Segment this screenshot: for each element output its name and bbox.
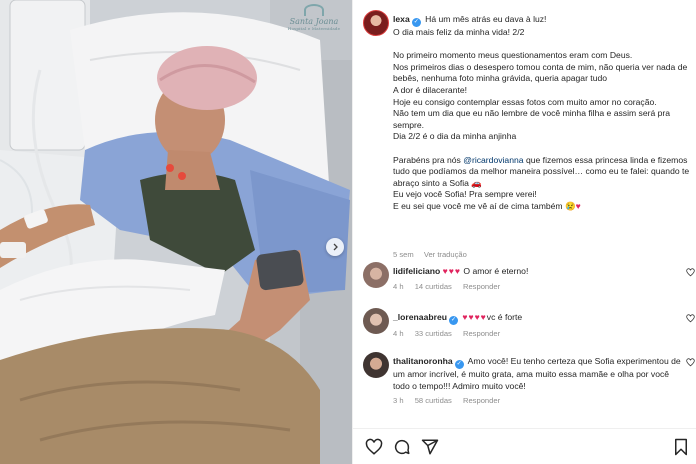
verified-badge-icon: ✓ — [454, 360, 464, 369]
post-photo: Santa Joana Hospital e Maternidade — [0, 0, 352, 464]
hearts-emoji-icon: ♥♥♥♥ — [462, 312, 487, 322]
comment-text: O amor é eterno! — [460, 266, 529, 276]
heart-icon — [365, 438, 383, 455]
save-button[interactable] — [672, 438, 690, 456]
commenter-avatar[interactable] — [363, 262, 389, 288]
chevron-right-icon — [333, 243, 338, 251]
comment-likes[interactable]: 14 curtidas — [415, 282, 452, 291]
commenter-username[interactable]: _lorenaabreu — [393, 312, 447, 322]
caption-line: Há um mês atrás eu dava à luz! — [425, 14, 547, 24]
see-translation-link[interactable]: Ver tradução — [424, 250, 467, 259]
like-button[interactable] — [365, 438, 383, 456]
heart-icon — [686, 314, 695, 323]
caption-line: O dia mais feliz da minha vida! 2/2 — [393, 27, 525, 37]
caption-line: No primeiro momento meus questionamentos… — [393, 50, 633, 61]
comment-time: 4 h — [393, 281, 404, 291]
hospital-watermark: Santa Joana Hospital e Maternidade — [284, 4, 344, 31]
mention-link[interactable]: @ricardovianna — [463, 155, 523, 165]
bookmark-icon — [675, 438, 687, 456]
watermark-subtitle: Hospital e Maternidade — [287, 26, 341, 31]
comment-text: vc é forte — [486, 312, 523, 322]
share-button[interactable] — [421, 438, 439, 456]
hospital-bed-photo — [0, 0, 352, 464]
red-car-emoji-icon: 🚗 — [471, 177, 483, 188]
instagram-post: Santa Joana Hospital e Maternidade lexa ✓… — [0, 0, 696, 464]
caption-line: Eu vejo você Sofia! Pra sempre verei! — [393, 189, 537, 200]
comment-button[interactable] — [393, 438, 411, 456]
caption-paragraph: Parabéns pra nós @ricardovianna que fize… — [393, 154, 690, 188]
comment-icon — [394, 439, 410, 455]
comment-like-button[interactable] — [686, 358, 695, 369]
caption-line: Dia 2/2 é o dia da minha anjinha — [393, 131, 517, 142]
caption-line: Hoje eu consigo contemplar essas fotos c… — [393, 96, 657, 107]
hearts-emoji-icon: ♥♥♥ — [442, 266, 461, 276]
author-avatar[interactable] — [363, 10, 389, 36]
commenter-username[interactable]: lidifeliciano — [393, 266, 440, 276]
reply-button[interactable]: Responder — [463, 282, 500, 291]
commenter-avatar[interactable] — [363, 352, 389, 378]
comment-like-button[interactable] — [686, 268, 695, 279]
author-username[interactable]: lexa — [393, 14, 410, 24]
comment-meta: 3 h 58 curtidas Responder — [393, 395, 683, 407]
commenter-avatar[interactable] — [363, 308, 389, 334]
caption-meta: 5 sem Ver tradução — [393, 250, 475, 259]
reply-button[interactable]: Responder — [463, 329, 500, 338]
post-actions-bar — [353, 428, 696, 464]
caption-line: A dor é dilacerante! — [393, 84, 468, 95]
carousel-next-button[interactable] — [326, 238, 344, 256]
caption-line: Nos primeiros dias o desespero tomou con… — [393, 61, 688, 84]
heart-icon — [686, 268, 695, 277]
caption-line: E eu sei que você me vê aí de cima també… — [393, 200, 581, 211]
hospital-logo — [304, 4, 324, 16]
comment-likes[interactable]: 58 curtidas — [415, 396, 452, 405]
comment-likes[interactable]: 33 curtidas — [415, 329, 452, 338]
crying-emoji-icon: 😢 — [564, 200, 576, 211]
comment-meta: 4 h 14 curtidas Responder — [393, 281, 683, 293]
comment-time: 4 h — [393, 329, 404, 338]
caption-text: lexa ✓ Há um mês atrás eu dava à luz! O d… — [393, 14, 695, 213]
comment-meta: 4 h 33 curtidas Responder — [393, 328, 683, 340]
share-icon — [421, 439, 439, 455]
heart-emoji-icon: ♥ — [575, 200, 581, 211]
comment-like-button[interactable] — [686, 314, 695, 325]
comment-time: 3 h — [393, 396, 404, 406]
verified-badge-icon: ✓ — [411, 18, 421, 27]
commenter-username[interactable]: thalitanoronha — [393, 356, 453, 366]
post-side-panel: lexa ✓ Há um mês atrás eu dava à luz! O d… — [352, 0, 696, 464]
caption-line: Não tem um dia que eu não lembre de você… — [393, 108, 671, 130]
watermark-name: Santa Joana — [289, 17, 339, 26]
reply-button[interactable]: Responder — [463, 396, 500, 405]
post-time: 5 sem — [393, 250, 414, 259]
heart-icon — [686, 358, 695, 367]
verified-badge-icon: ✓ — [448, 316, 458, 325]
